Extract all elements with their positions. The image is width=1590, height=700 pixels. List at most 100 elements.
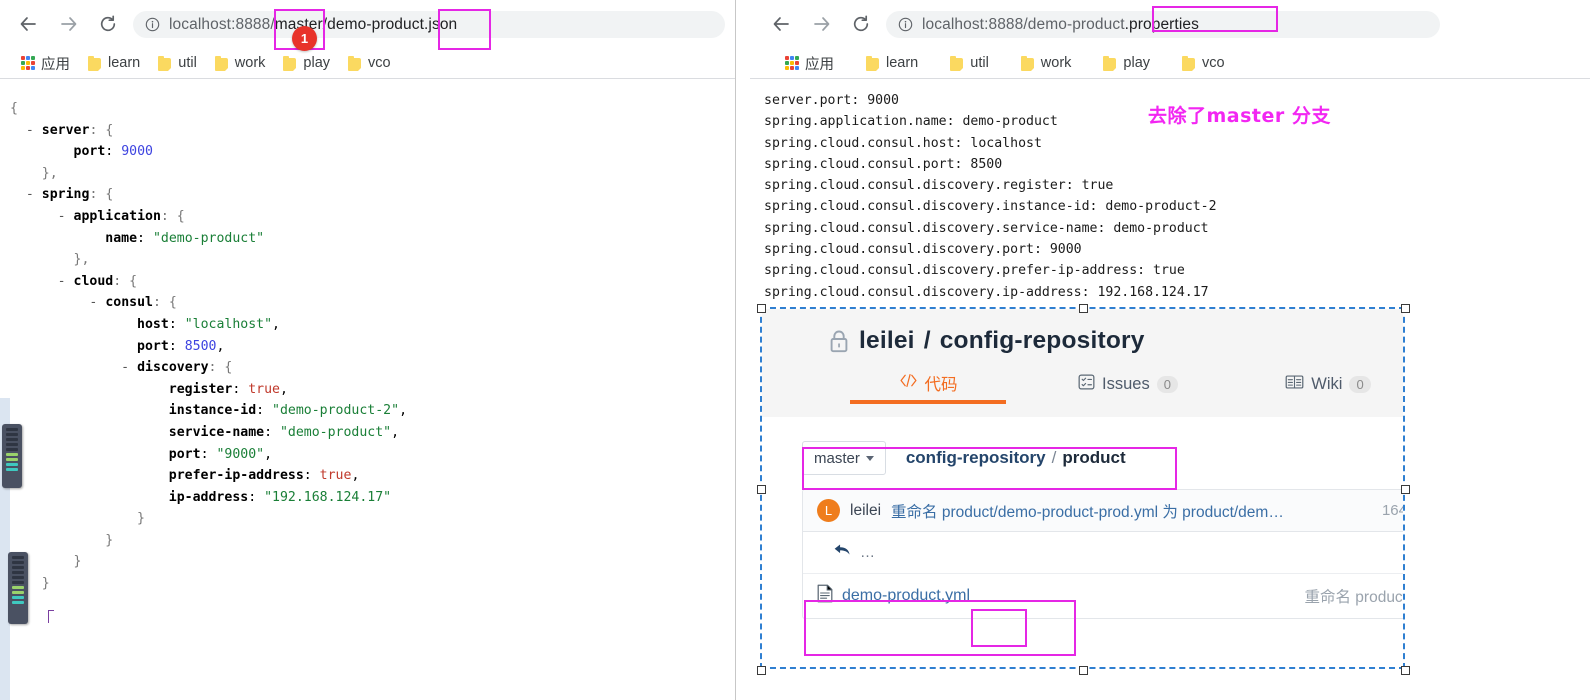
selection-handle-bottom-right[interactable] (1401, 666, 1410, 675)
notification-badge[interactable]: 1 (292, 26, 317, 51)
selection-handle-top-center[interactable] (1079, 304, 1088, 313)
prop-line: spring.cloud.consul.host: localhost (764, 135, 1042, 151)
left-bookmarks-bar: 应用 learn util work play vco (0, 48, 735, 78)
issues-count-badge: 0 (1156, 376, 1178, 393)
prop-line: spring.cloud.consul.discovery.ip-address… (764, 284, 1209, 300)
bookmark-label: play (1123, 55, 1151, 71)
file-commit-message: 重命名 product (1304, 589, 1405, 606)
bookmark-learn[interactable]: learn (859, 52, 925, 74)
folder-icon (348, 55, 363, 71)
edge-widget-upper (2, 424, 22, 488)
bookmark-play[interactable]: play (276, 52, 337, 74)
bookmarks-divider (750, 78, 1590, 79)
back-button[interactable] (12, 8, 44, 40)
bookmark-label: 应用 (805, 56, 834, 73)
parent-directory-row[interactable]: … (803, 532, 1403, 574)
file-name[interactable]: demo-product.yml (842, 587, 970, 605)
selection-handle-mid-right[interactable] (1401, 485, 1410, 494)
repo-owner[interactable]: leilei (859, 327, 915, 355)
commit-author[interactable]: leilei (850, 502, 881, 520)
forward-button[interactable] (53, 8, 85, 40)
file-icon (817, 584, 833, 608)
selection-region[interactable]: leilei / config-repository 代码 Issues 0 W… (760, 307, 1405, 669)
bookmark-vco[interactable]: vco (341, 52, 398, 74)
prop-line: spring.cloud.consul.port: 8500 (764, 156, 1003, 172)
bookmark-label: learn (108, 55, 141, 71)
repo-name[interactable]: config-repository (940, 327, 1145, 355)
bookmark-learn[interactable]: learn (81, 52, 147, 74)
bookmark-vco[interactable]: vco (1175, 52, 1232, 74)
folder-icon (1182, 55, 1197, 71)
tab-wiki[interactable]: Wiki 0 (1228, 374, 1403, 404)
info-circle-icon (145, 17, 160, 32)
folder-icon (88, 55, 102, 71)
bookmark-play[interactable]: play (1096, 52, 1157, 74)
bookmark-label: vco (1202, 55, 1225, 71)
reply-arrow-icon (833, 543, 852, 562)
prop-line: spring.cloud.consul.discovery.service-na… (764, 220, 1209, 236)
screenshot-root: localhost:8888/master/demo-product.json … (0, 0, 1590, 700)
bookmark-work[interactable]: work (208, 52, 273, 74)
bookmark-util[interactable]: util (151, 52, 204, 74)
selection-handle-bottom-center[interactable] (1079, 666, 1088, 675)
avatar[interactable]: L (817, 499, 840, 522)
gitee-tab-bar: 代码 Issues 0 Wiki 0 (762, 371, 1403, 404)
bookmark-util[interactable]: util (943, 52, 996, 74)
prop-line: spring.cloud.consul.discovery.port: 9000 (764, 242, 1082, 258)
bookmarks-divider (0, 78, 735, 79)
bookmark-label: util (178, 55, 197, 71)
wiki-count-badge: 0 (1349, 376, 1371, 393)
annotation-text: 去除了master 分支 (1148, 105, 1331, 127)
branch-label: master (814, 449, 860, 467)
branch-selector[interactable]: master (802, 441, 886, 475)
selection-handle-top-right[interactable] (1401, 304, 1410, 313)
breadcrumb-root[interactable]: config-repository (906, 448, 1046, 468)
prop-line: spring.cloud.consul.discovery.register: … (764, 178, 1114, 194)
json-viewer: { - server: { port: 9000 }, - spring: { … (10, 101, 408, 613)
bookmark-label: work (234, 55, 266, 71)
selection-handle-top-left[interactable] (757, 304, 766, 313)
selection-handle-bottom-left[interactable] (757, 666, 766, 675)
apps-grid-icon (785, 56, 799, 70)
left-browser-window: localhost:8888/master/demo-product.json … (0, 0, 736, 700)
prop-line: spring.cloud.consul.discovery.prefer-ip-… (764, 263, 1185, 279)
wiki-book-icon (1285, 374, 1304, 395)
reload-button[interactable] (845, 8, 877, 40)
prop-line: spring.cloud.consul.discovery.instance-i… (764, 199, 1217, 215)
bookmark-work[interactable]: work (1014, 52, 1079, 74)
breadcrumb: config-repository / product (906, 441, 1126, 475)
breadcrumb-separator: / (1051, 448, 1057, 467)
branch-breadcrumb-row: master config-repository / product (802, 441, 1403, 475)
right-address-bar[interactable]: localhost:8888/demo-product.properties (886, 11, 1440, 38)
info-circle-icon (898, 17, 913, 32)
forward-button[interactable] (806, 8, 838, 40)
tab-label: Issues (1102, 375, 1150, 393)
tab-code[interactable]: 代码 (828, 371, 1028, 404)
bookmark-label: learn (886, 55, 919, 71)
selection-handle-mid-left[interactable] (757, 485, 766, 494)
left-address-bar[interactable]: localhost:8888/master/demo-product.json (133, 11, 725, 38)
repo-separator: / (923, 327, 931, 354)
left-browser-toolbar: localhost:8888/master/demo-product.json (0, 0, 735, 48)
latest-commit-row: L leilei 重命名 product/demo-product-prod.y… (803, 490, 1405, 532)
tab-label: Wiki (1311, 375, 1343, 393)
right-bookmarks-bar: 应用 learn util work play vco (750, 48, 1590, 78)
bookmark-apps[interactable]: 应用 (14, 50, 77, 77)
folder-icon (950, 55, 965, 71)
edge-widget-lower (8, 552, 28, 624)
bookmark-label: play (303, 55, 331, 71)
back-button[interactable] (765, 8, 797, 40)
commit-timestamp: 164 (1381, 502, 1405, 519)
reload-button[interactable] (92, 8, 124, 40)
issues-icon (1078, 374, 1095, 395)
tab-issues[interactable]: Issues 0 (1028, 374, 1228, 404)
folder-icon (866, 55, 880, 71)
code-brackets-icon (899, 373, 918, 393)
folder-icon (214, 55, 229, 71)
bookmark-apps[interactable]: 应用 (778, 50, 841, 77)
lock-icon (828, 329, 850, 353)
file-row[interactable]: demo-product.yml 重命名 product (803, 574, 1405, 618)
commit-message[interactable]: 重命名 product/demo-product-prod.yml 为 prod… (891, 500, 1284, 522)
gitee-repository-panel: leilei / config-repository 代码 Issues 0 W… (762, 309, 1405, 667)
bookmark-label: 应用 (41, 56, 70, 73)
